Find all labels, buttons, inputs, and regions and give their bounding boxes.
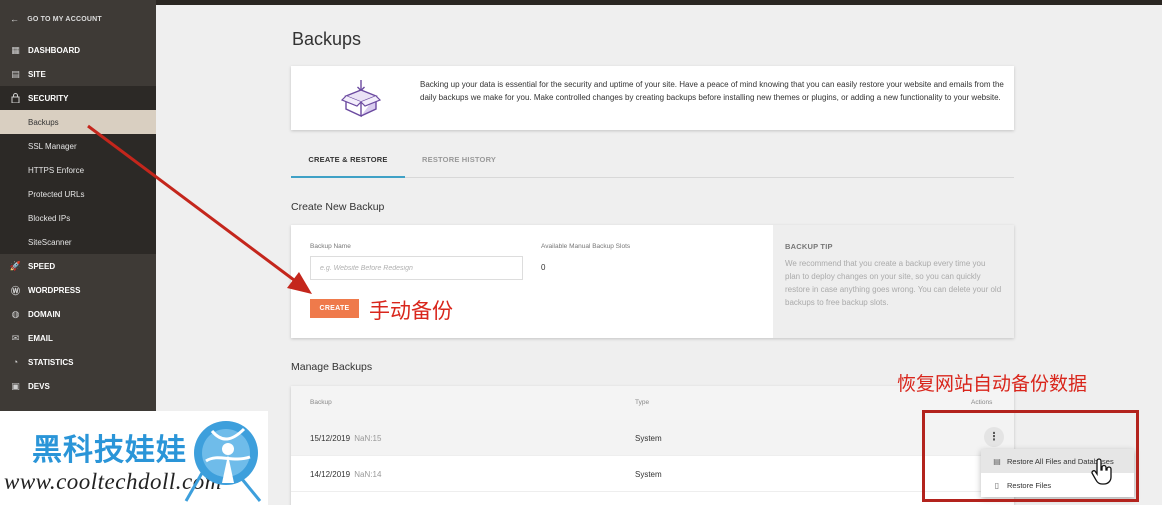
sidebar-item-domain[interactable]: ◍ DOMAIN: [0, 302, 156, 326]
go-to-my-account-label: GO TO MY ACCOUNT: [27, 15, 102, 23]
sidebar-item-label: SITE: [28, 69, 46, 79]
backup-date-cell: 14/12/2019 NaN:14: [310, 470, 381, 479]
sidebar-item-speed[interactable]: 🚀 SPEED: [0, 254, 156, 278]
backup-tip-title: BACKUP TIP: [785, 242, 833, 251]
tab-bar: CREATE & RESTORE RESTORE HISTORY: [291, 146, 1014, 178]
globe-icon: ◍: [11, 308, 20, 319]
sidebar-item-label: WORDPRESS: [28, 285, 81, 295]
table-row: 15/12/2019 NaN:15 System ⋮: [291, 420, 1014, 456]
site-icon: ▤: [11, 68, 20, 79]
manage-backups-table: Backup Type Actions 15/12/2019 NaN:15 Sy…: [291, 386, 1014, 505]
table-row: 14/12/2019 NaN:14 System: [291, 456, 1014, 492]
watermark-logo: 黑科技娃娃 www.cooltechdoll.com: [0, 411, 268, 505]
backup-name-label: Backup Name: [310, 243, 351, 250]
watermark-name: 黑科技娃娃: [32, 433, 187, 468]
backup-tip-text: We recommend that you create a backup ev…: [785, 259, 1002, 307]
top-bar: [156, 0, 1162, 5]
sidebar-item-label: DEVS: [28, 381, 50, 391]
sidebar-item-site[interactable]: ▤ SITE: [0, 62, 156, 86]
backup-tip-panel: BACKUP TIP We recommend that you create …: [773, 225, 1014, 338]
annotation-restore-auto-backup: 恢复网站自动备份数据: [897, 373, 1088, 395]
sidebar-subitem-sitescanner[interactable]: SiteScanner: [0, 230, 156, 254]
arrow-left-icon: ←: [10, 14, 20, 24]
sidebar-item-label: DOMAIN: [28, 309, 61, 319]
box-download-icon: [340, 78, 382, 118]
sidebar-item-label: SPEED: [28, 261, 56, 271]
sidebar-item-statistics[interactable]: ◔ STATISTICS: [0, 350, 156, 374]
tab-create-restore[interactable]: CREATE & RESTORE: [291, 146, 405, 178]
go-to-my-account-link[interactable]: ← GO TO MY ACCOUNT: [0, 0, 156, 38]
statistics-icon: ◔: [12, 357, 19, 367]
backup-type: System: [635, 470, 662, 479]
create-section-title: Create New Backup: [291, 201, 385, 213]
backup-date: 15/12/2019: [310, 434, 351, 443]
sidebar-item-security[interactable]: SECURITY: [0, 86, 156, 110]
manage-section-title: Manage Backups: [291, 361, 373, 373]
annotation-manual-backup: 手动备份: [369, 299, 453, 323]
sidebar-item-email[interactable]: ✉ EMAIL: [0, 326, 156, 350]
column-header-type: Type: [635, 399, 650, 406]
slots-value: 0: [541, 263, 546, 272]
slots-label: Available Manual Backup Slots: [541, 243, 631, 250]
sidebar-subitem-protected-urls[interactable]: Protected URLs: [0, 182, 156, 206]
annotation-highlight-box: [922, 410, 1139, 502]
sidebar-item-label: SECURITY: [28, 93, 69, 103]
backup-date: 14/12/2019: [310, 470, 351, 479]
intro-text: Backing up your data is essential for th…: [420, 80, 1004, 102]
column-header-actions: Actions: [971, 399, 993, 406]
dashboard-icon: ▦: [11, 44, 20, 55]
wordpress-icon: Ⓦ: [10, 285, 20, 296]
sidebar-item-label: DASHBOARD: [28, 45, 80, 55]
lock-icon: [10, 93, 21, 104]
backup-time: NaN:14: [354, 470, 382, 479]
sidebar-item-dashboard[interactable]: ▦ DASHBOARD: [0, 38, 156, 62]
sidebar-item-devs[interactable]: ▣ DEVS: [0, 374, 156, 398]
sidebar-item-label: EMAIL: [28, 333, 53, 343]
page-title: Backups: [292, 29, 362, 49]
sidebar-subitem-https-enforce[interactable]: HTTPS Enforce: [0, 158, 156, 182]
sidebar-subitem-blocked-ips[interactable]: Blocked IPs: [0, 206, 156, 230]
sidebar-subitem-ssl-manager[interactable]: SSL Manager: [0, 134, 156, 158]
fairy-logo-icon: [184, 421, 262, 502]
backup-time: NaN:15: [354, 434, 382, 443]
sidebar-item-wordpress[interactable]: Ⓦ WORDPRESS: [0, 278, 156, 302]
create-button[interactable]: CREATE: [310, 299, 359, 318]
security-submenu: Backups SSL Manager HTTPS Enforce Protec…: [0, 110, 156, 254]
column-header-backup: Backup: [310, 399, 332, 406]
speed-icon: 🚀: [9, 260, 22, 271]
backup-name-input[interactable]: [310, 256, 523, 280]
backup-date-cell: 15/12/2019 NaN:15: [310, 434, 381, 443]
backup-type: System: [635, 434, 662, 443]
devs-icon: ▣: [11, 380, 20, 391]
tab-restore-history[interactable]: RESTORE HISTORY: [422, 146, 496, 178]
intro-card: Backing up your data is essential for th…: [291, 66, 1014, 130]
sidebar-item-label: STATISTICS: [28, 357, 74, 367]
email-icon: ✉: [11, 332, 20, 343]
sidebar-subitem-backups[interactable]: Backups: [0, 110, 156, 134]
